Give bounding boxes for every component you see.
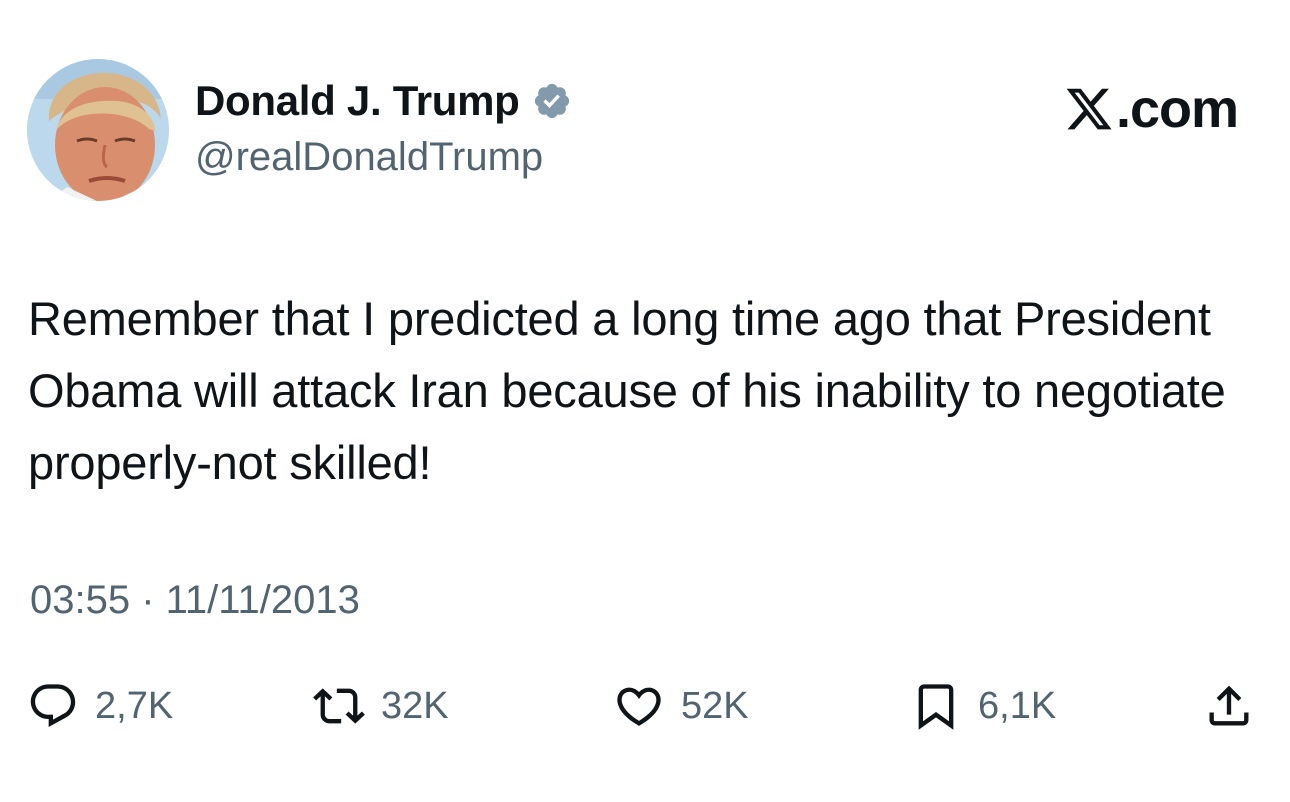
tweet-timestamp[interactable]: 03:55 · 11/11/2013 xyxy=(30,578,360,623)
like-count: 52K xyxy=(681,684,749,727)
like-icon xyxy=(617,687,661,726)
like-button[interactable]: 52K xyxy=(613,676,749,736)
avatar-image xyxy=(27,59,169,201)
bookmark-button[interactable]: 6,1K xyxy=(910,676,1056,736)
author-name-row: Donald J. Trump xyxy=(195,76,572,126)
author-handle[interactable]: @realDonaldTrump xyxy=(195,135,543,180)
x-logo-icon xyxy=(1066,88,1112,130)
action-bar: 2,7K 32K 52K 6,1K xyxy=(0,676,1290,736)
verified-badge-icon xyxy=(532,81,572,121)
repost-button[interactable]: 32K xyxy=(313,676,449,736)
repost-icon xyxy=(313,688,365,724)
avatar[interactable] xyxy=(27,59,169,201)
repost-count: 32K xyxy=(381,684,449,727)
tweet-text: Remember that I predicted a long time ag… xyxy=(28,292,1226,489)
brand-logo: .com xyxy=(1064,78,1239,140)
bookmark-icon xyxy=(918,684,954,730)
brand-suffix: .com xyxy=(1115,79,1239,139)
reply-count: 2,7K xyxy=(95,684,174,727)
author-display-name[interactable]: Donald J. Trump xyxy=(195,77,520,125)
tweet-card: Donald J. Trump @realDonaldTrump .com Re… xyxy=(0,0,1290,802)
share-button[interactable] xyxy=(1203,676,1255,736)
reply-icon xyxy=(30,684,76,728)
share-icon xyxy=(1209,685,1249,726)
bookmark-count: 6,1K xyxy=(978,684,1057,727)
reply-button[interactable]: 2,7K xyxy=(27,676,173,736)
